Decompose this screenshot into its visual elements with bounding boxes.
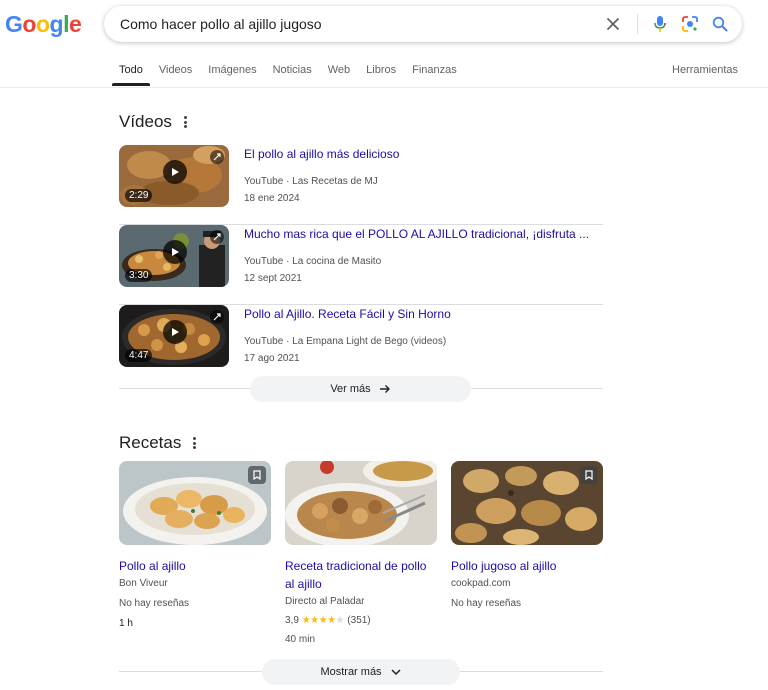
recipe-reviews: No hay reseñas (119, 598, 190, 609)
tab-todo[interactable]: Todo (112, 64, 150, 86)
header: Google Como hacer pollo al ajillo jugoso… (0, 0, 768, 88)
recipes-section-title: Recetas (119, 433, 197, 453)
video-source: YouTube · La Empana Light de Bego (video… (244, 336, 447, 347)
recipe-source: Bon Viveur (119, 578, 168, 589)
chevron-down-icon (391, 669, 401, 676)
video-result: 4:47 Pollo al Ajillo. Receta Fácil y Sin… (119, 305, 603, 385)
recipes-heading: Recetas (119, 433, 182, 452)
google-logo[interactable]: Google (5, 11, 82, 38)
tools-button[interactable]: Herramientas (672, 64, 738, 76)
recipe-image[interactable] (119, 461, 271, 545)
arrow-right-icon (379, 385, 390, 393)
more-videos-label: Ver más (330, 383, 371, 395)
more-videos-button[interactable]: Ver más (250, 376, 471, 402)
more-options-icon[interactable] (183, 116, 188, 128)
play-icon (163, 160, 187, 184)
play-icon (163, 240, 187, 264)
video-duration: 4:47 (125, 349, 153, 362)
video-date: 18 ene 2024 (244, 193, 300, 204)
video-thumbnail[interactable]: 2:29 (119, 145, 229, 207)
video-result: 3:30 Mucho mas rica que el POLLO AL AJIL… (119, 225, 603, 305)
recipe-title[interactable]: Pollo al ajillo (119, 557, 271, 575)
show-more-recipes-button[interactable]: Mostrar más (262, 659, 460, 685)
video-title[interactable]: Mucho mas rica que el POLLO AL AJILLO tr… (244, 227, 599, 241)
tab-web[interactable]: Web (328, 64, 350, 86)
show-more-label: Mostrar más (320, 666, 382, 678)
icon-separator (637, 14, 638, 34)
recipe-time: 1 h (119, 618, 133, 629)
recipe-rating-row: 3,9 ★★★★★ (351) (285, 615, 371, 626)
logo-letter: o (35, 11, 50, 37)
logo-letter: G (5, 11, 23, 37)
mic-icon[interactable] (650, 14, 670, 34)
rating-value: 3,9 (285, 615, 299, 626)
logo-letter: e (68, 11, 82, 37)
close-icon[interactable] (603, 14, 623, 34)
expand-icon[interactable] (210, 150, 224, 164)
tab-imagenes[interactable]: Imágenes (208, 64, 256, 86)
recipe-card: Pollo al ajillo Bon Viveur No hay reseña… (119, 461, 271, 631)
search-icon[interactable] (710, 14, 730, 34)
search-input[interactable] (120, 6, 600, 42)
more-options-icon[interactable] (193, 437, 197, 449)
recipe-image[interactable] (451, 461, 603, 545)
video-title[interactable]: Pollo al Ajillo. Receta Fácil y Sin Horn… (244, 307, 599, 321)
video-duration: 3:30 (125, 269, 153, 282)
search-tabs: Todo Videos Imágenes Noticias Web Libros… (112, 64, 473, 86)
recipe-image[interactable] (285, 461, 437, 545)
bookmark-icon[interactable] (580, 466, 598, 484)
expand-icon[interactable] (210, 310, 224, 324)
logo-letter: o (22, 11, 36, 37)
video-thumbnail[interactable]: 4:47 (119, 305, 229, 367)
video-result: 2:29 El pollo al ajillo más delicioso Yo… (119, 145, 603, 225)
tab-videos[interactable]: Videos (159, 64, 192, 86)
lens-icon[interactable] (680, 14, 700, 34)
recipe-card: Receta tradicional de pollo al ajillo Di… (285, 461, 437, 645)
recipe-source: Directo al Paladar (285, 596, 365, 607)
video-source: YouTube · Las Recetas de MJ (244, 176, 378, 187)
video-thumbnail[interactable]: 3:30 (119, 225, 229, 287)
tab-libros[interactable]: Libros (366, 64, 396, 86)
video-title[interactable]: El pollo al ajillo más delicioso (244, 147, 599, 161)
recipe-reviews: No hay reseñas (451, 598, 522, 609)
food-image (285, 461, 437, 545)
tab-noticias[interactable]: Noticias (273, 64, 312, 86)
star-rating-icon: ★★★★ (301, 615, 336, 626)
videos-heading: Vídeos (119, 112, 172, 131)
tab-finanzas[interactable]: Finanzas (412, 64, 457, 86)
recipe-title[interactable]: Pollo jugoso al ajillo (451, 557, 603, 575)
videos-section-title: Vídeos (119, 112, 188, 132)
play-icon (163, 320, 187, 344)
video-source: YouTube · La cocina de Masito (244, 256, 382, 267)
expand-icon[interactable] (210, 230, 224, 244)
logo-letter: g (49, 11, 64, 37)
video-date: 17 ago 2021 (244, 353, 300, 364)
recipe-source: cookpad.com (451, 578, 511, 589)
recipe-card: Pollo jugoso al ajillo cookpad.com No ha… (451, 461, 603, 631)
video-date: 12 sept 2021 (244, 273, 302, 284)
recipe-time: 40 min (285, 634, 316, 645)
bookmark-icon[interactable] (248, 466, 266, 484)
video-duration: 2:29 (125, 189, 153, 202)
search-box (104, 6, 742, 42)
star-empty-icon: ★ (335, 615, 345, 626)
rating-count: (351) (347, 615, 371, 626)
search-icons (603, 6, 730, 42)
recipe-title[interactable]: Receta tradicional de pollo al ajillo (285, 557, 437, 593)
